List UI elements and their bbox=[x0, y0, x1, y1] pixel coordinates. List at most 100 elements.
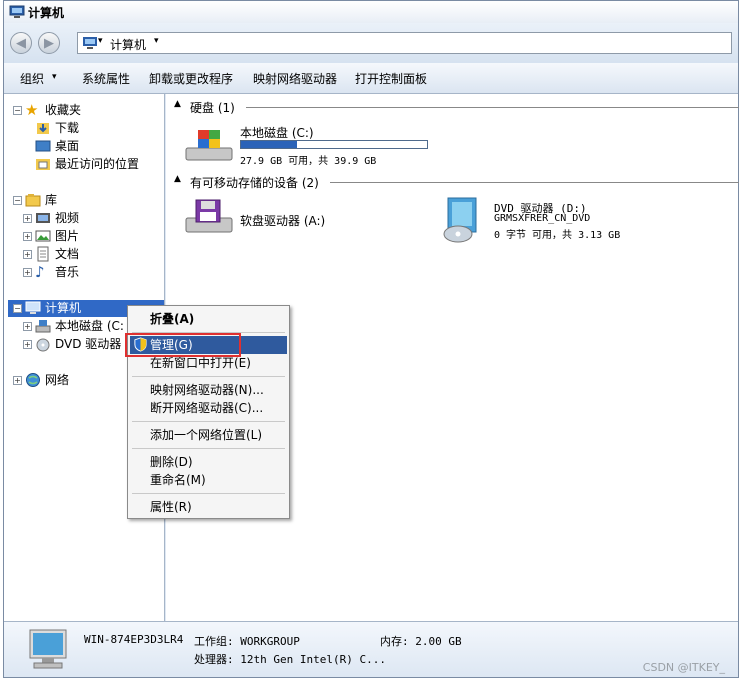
tree-local-disk[interactable]: + 本地磁盘 (C: bbox=[4, 318, 134, 335]
back-button[interactable]: ◀ bbox=[10, 32, 32, 54]
menu-item-map-network-drive[interactable]: 映射网络驱动器(N)... bbox=[130, 381, 287, 399]
tree-dvd-drive[interactable]: + DVD 驱动器 bbox=[4, 336, 134, 353]
tree-documents[interactable]: + 文档 bbox=[4, 246, 162, 263]
expand-icon[interactable]: + bbox=[23, 232, 32, 241]
menu-item-add-network-location[interactable]: 添加一个网络位置(L) bbox=[130, 426, 287, 444]
tree-downloads[interactable]: 下载 bbox=[4, 120, 162, 137]
group-header-label: 硬盘 (1) bbox=[190, 101, 235, 115]
dvd-drive-icon bbox=[443, 197, 477, 243]
group-divider bbox=[246, 107, 739, 108]
menu-item-rename[interactable]: 重命名(M) bbox=[130, 471, 287, 489]
tree-libraries[interactable]: − 库 bbox=[4, 192, 162, 209]
expand-icon[interactable]: + bbox=[23, 214, 32, 223]
computer-icon bbox=[9, 5, 25, 18]
back-arrow-icon: ◀ bbox=[16, 36, 26, 51]
tree-music[interactable]: + ♪ 音乐 bbox=[4, 264, 162, 281]
highlight-annotation-box bbox=[125, 333, 241, 357]
collapse-arrow-icon[interactable]: ▲ bbox=[174, 174, 181, 184]
system-properties-button[interactable]: 系统属性 bbox=[82, 70, 130, 87]
tree-label: 下载 bbox=[55, 121, 80, 135]
collapse-icon[interactable]: − bbox=[13, 196, 22, 205]
drive-name: 软盘驱动器 (A:) bbox=[240, 214, 326, 228]
downloads-folder-icon bbox=[37, 123, 49, 134]
pictures-library-icon bbox=[35, 230, 51, 242]
collapse-icon[interactable]: − bbox=[13, 106, 22, 115]
menu-separator bbox=[132, 421, 285, 422]
forward-button[interactable]: ▶ bbox=[38, 32, 60, 54]
group-divider bbox=[330, 182, 739, 183]
group-header-removable[interactable]: ▲ 有可移动存储的设备 (2) bbox=[174, 174, 739, 191]
dvd-drive-icon bbox=[36, 338, 50, 352]
details-pane: WIN-874EP3D3LR4 工作组: WORKGROUP 内存: 2.00 … bbox=[4, 621, 738, 677]
breadcrumb-computer[interactable]: 计算机 bbox=[110, 36, 146, 53]
expand-icon[interactable]: + bbox=[23, 268, 32, 277]
tree-label: 收藏夹 bbox=[45, 103, 82, 117]
drive-item-local-disk[interactable]: 本地磁盘 (C:) 27.9 GB 可用，共 39.9 GB bbox=[184, 122, 434, 167]
open-control-panel-button[interactable]: 打开控制面板 bbox=[355, 70, 427, 87]
tree-label: 网络 bbox=[45, 373, 70, 387]
menu-separator bbox=[132, 448, 285, 449]
tree-desktop[interactable]: 桌面 bbox=[4, 138, 162, 155]
documents-library-icon bbox=[37, 246, 49, 262]
tree-label: 桌面 bbox=[55, 139, 80, 153]
star-icon: ★ bbox=[25, 101, 39, 119]
address-input[interactable]: ▾ 计算机 ▾ bbox=[77, 32, 732, 54]
title-bar[interactable]: 计算机 bbox=[4, 1, 738, 24]
crumb-dropdown-icon[interactable]: ▾ bbox=[154, 36, 159, 46]
tree-label: 计算机 bbox=[45, 301, 82, 315]
tree-videos[interactable]: + 视频 bbox=[4, 210, 162, 227]
tree-label: DVD 驱动器 bbox=[55, 337, 122, 351]
tree-label: 图片 bbox=[55, 229, 80, 243]
group-header-hard-disks[interactable]: ▲ 硬盘 (1) bbox=[174, 99, 739, 116]
menu-item-collapse[interactable]: 折叠(A) bbox=[130, 310, 287, 328]
tree-label: 本地磁盘 (C: bbox=[55, 319, 124, 333]
drive-item-dvd[interactable]: DVD 驱动器 (D:) GRMSXFRER_CN_DVD 0 字节 可用，共 … bbox=[438, 196, 648, 246]
dvd-volume-label: GRMSXFRER_CN_DVD bbox=[494, 213, 591, 224]
hard-disk-icon bbox=[35, 320, 51, 333]
music-note-icon: ♪ bbox=[35, 263, 45, 281]
tree-favorites[interactable]: − ★ 收藏夹 bbox=[4, 102, 162, 119]
computer-icon bbox=[25, 301, 41, 314]
tree-label: 文档 bbox=[55, 247, 80, 261]
network-globe-icon bbox=[26, 373, 40, 387]
forward-arrow-icon: ▶ bbox=[44, 36, 54, 51]
drive-item-floppy[interactable]: 软盘驱动器 (A:) bbox=[184, 196, 414, 242]
menu-separator bbox=[132, 493, 285, 494]
menu-item-properties[interactable]: 属性(R) bbox=[130, 498, 287, 516]
tree-recent-places[interactable]: 最近访问的位置 bbox=[4, 156, 162, 173]
tree-label: 库 bbox=[45, 193, 58, 207]
recent-places-icon bbox=[36, 159, 50, 170]
menu-separator bbox=[132, 376, 285, 377]
computer-icon bbox=[83, 37, 97, 49]
tree-label: 音乐 bbox=[55, 265, 80, 279]
disk-usage-bar bbox=[240, 140, 428, 149]
tree-label: 视频 bbox=[55, 211, 80, 225]
memory-info: 内存: 2.00 GB bbox=[380, 635, 462, 648]
collapse-icon[interactable]: − bbox=[13, 304, 22, 313]
tree-pictures[interactable]: + 图片 bbox=[4, 228, 162, 245]
organize-button[interactable]: 组织 bbox=[20, 70, 44, 87]
drive-name: 本地磁盘 (C:) bbox=[240, 126, 314, 140]
crumb-arrow-icon[interactable]: ▾ bbox=[98, 36, 103, 46]
menu-item-disconnect-network-drive[interactable]: 断开网络驱动器(C)... bbox=[130, 399, 287, 417]
floppy-drive-icon bbox=[185, 199, 233, 233]
expand-icon[interactable]: + bbox=[23, 340, 32, 349]
tree-label: 最近访问的位置 bbox=[55, 157, 140, 171]
video-library-icon bbox=[36, 213, 50, 223]
drive-space-info: 0 字节 可用，共 3.13 GB bbox=[494, 230, 621, 241]
watermark: CSDN @ITKEY_ bbox=[642, 661, 725, 674]
map-network-drive-button[interactable]: 映射网络驱动器 bbox=[253, 70, 337, 87]
collapse-arrow-icon[interactable]: ▲ bbox=[174, 99, 181, 109]
expand-icon[interactable]: + bbox=[13, 376, 22, 385]
organize-dropdown-icon[interactable]: ▾ bbox=[52, 72, 57, 82]
address-bar-area: ◀ ▶ ▾ 计算机 ▾ bbox=[4, 23, 738, 63]
desktop-icon bbox=[35, 140, 51, 152]
uninstall-program-button[interactable]: 卸载或更改程序 bbox=[149, 70, 233, 87]
menu-item-delete[interactable]: 删除(D) bbox=[130, 453, 287, 471]
processor-info: 处理器: 12th Gen Intel(R) C... bbox=[194, 653, 386, 666]
expand-icon[interactable]: + bbox=[23, 250, 32, 259]
expand-icon[interactable]: + bbox=[23, 322, 32, 331]
disk-usage-fill bbox=[241, 141, 297, 148]
explorer-window: 计算机 ◀ ▶ ▾ 计算机 ▾ 组织 ▾ 系统属性 卸载或更改程序 映射网络驱动… bbox=[3, 0, 739, 678]
command-bar: 组织 ▾ 系统属性 卸载或更改程序 映射网络驱动器 打开控制面板 bbox=[4, 63, 738, 94]
